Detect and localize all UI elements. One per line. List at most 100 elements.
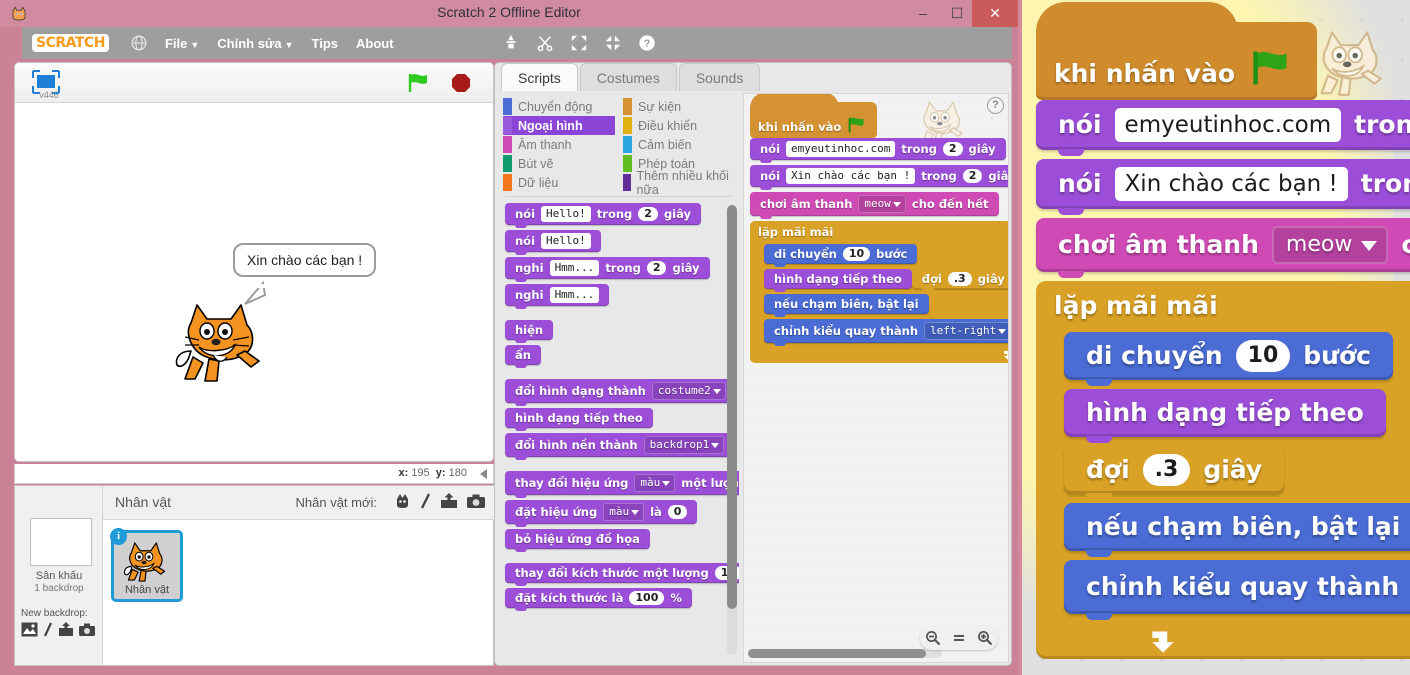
script-block-looks[interactable]: đặt hiệu ứng màu là 0 [505, 500, 698, 527]
script-block-looks[interactable]: đổi hình dạng thành costume2 [505, 379, 736, 406]
stage-canvas[interactable]: Xin chào các bạn ! [15, 103, 493, 461]
block-dropdown[interactable]: backdrop1 [643, 436, 725, 454]
upload-icon[interactable] [58, 622, 74, 637]
block-number-input[interactable]: 2 [646, 261, 667, 275]
menu-item-file[interactable]: File ▼ [165, 36, 199, 51]
script-block-motion[interactable]: nếu chạm biên, bật lại [764, 294, 929, 317]
block-number-input[interactable]: .3 [1142, 454, 1191, 486]
script-block-looks[interactable]: nghi Hmm... trong 2 giây [505, 257, 710, 282]
script-block-looks[interactable]: hình dạng tiếp theo [764, 269, 912, 292]
camera-icon[interactable] [79, 623, 95, 637]
palette-scrollbar-thumb[interactable] [727, 205, 737, 609]
block-text-input[interactable]: Hello! [541, 206, 591, 222]
block-text-input[interactable]: emyeutinhoc.com [786, 141, 896, 157]
script-block-looks[interactable]: nóiemyeutinhoc.comtrong2giây [1036, 100, 1410, 156]
script-block-motion[interactable]: chỉnh kiểu quay thànhleft-right [764, 319, 1008, 346]
zoom-out-icon[interactable] [920, 626, 946, 650]
script-block-sound[interactable]: chơi âm thanh meow cho đến hết [750, 192, 999, 219]
cut-scissors-icon[interactable] [536, 34, 554, 52]
category-data[interactable]: Dữ liệu [503, 173, 615, 192]
block-text-input[interactable]: Hmm... [549, 260, 600, 276]
script-block-events-hat[interactable]: khi nhấn vào [750, 94, 878, 138]
script-stack[interactable]: khi nhấn vào nói emyeutinhoc.com trong 2 giây… [750, 94, 1008, 363]
script-block-looks[interactable]: đổi hình nền thành backdrop1 [505, 433, 735, 460]
scratch-cat-sprite[interactable] [173, 293, 273, 393]
duplicate-stamp-icon[interactable] [502, 34, 520, 52]
block-number-input[interactable]: 2 [962, 169, 983, 183]
camera-icon[interactable] [467, 494, 485, 509]
script-block-looks[interactable]: nói Hello! [505, 230, 601, 255]
palette-scrollbar[interactable] [727, 205, 737, 655]
block-number-input[interactable]: .3 [947, 272, 972, 286]
stop-sign-icon[interactable] [451, 73, 471, 93]
script-block-looks[interactable]: ẩn [505, 345, 541, 368]
globe-icon[interactable] [131, 35, 147, 51]
script-block-looks[interactable]: nóiemyeutinhoc.comtrong2giây [750, 138, 1006, 163]
script-block-motion[interactable]: chỉnh kiểu quay thànhleft-right [1064, 560, 1410, 620]
script-block-looks[interactable]: hình dạng tiếp theo [505, 408, 653, 431]
script-block-looks[interactable]: nghi Hmm... [505, 284, 610, 309]
block-number-input[interactable]: 2 [638, 207, 658, 221]
tab-sounds[interactable]: Sounds [678, 63, 761, 91]
scratch-logo[interactable]: SCRATCH [32, 34, 109, 52]
block-dropdown[interactable]: màu [634, 474, 676, 492]
script-block-looks[interactable]: thay đổi hiệu ứngmàumột lượng2 [505, 471, 739, 498]
script-block-events-hat[interactable]: khi nhấn vào [1036, 2, 1318, 100]
menu-item-about[interactable]: About [356, 36, 394, 51]
category-events[interactable]: Sự kiện [623, 97, 735, 116]
block-dropdown[interactable]: costume2 [651, 382, 726, 400]
paint-brush-icon[interactable] [43, 622, 53, 637]
zoom-in-icon[interactable] [972, 626, 998, 650]
block-dropdown[interactable]: meow [858, 195, 906, 213]
grow-icon[interactable] [570, 34, 588, 52]
category-more-blocks[interactable]: Thêm nhiều khối nữa [623, 169, 735, 197]
shrink-icon[interactable] [604, 34, 622, 52]
script-block-looks[interactable]: thay đổi kích thước một lượng10 [505, 563, 739, 586]
green-flag-icon[interactable] [407, 72, 431, 94]
zoom-reset-icon[interactable] [946, 626, 972, 650]
script-block-looks[interactable]: nóiXin chào các bạn !trong2giây [1036, 159, 1410, 215]
tab-scripts[interactable]: Scripts [501, 63, 578, 91]
category-sensing[interactable]: Cảm biến [623, 135, 735, 154]
script-block-looks[interactable]: hình dạng tiếp theo [1064, 389, 1386, 443]
script-block-control-loop[interactable]: lặp mãi mãi di chuyển 10 bước hình dạng tiếp… [1036, 281, 1410, 659]
backdrop-thumbnail[interactable] [30, 518, 92, 566]
block-text-input[interactable]: Xin chào các bạn ! [1114, 167, 1348, 201]
script-block-looks[interactable]: hiện [505, 320, 554, 343]
script-horizontal-scrollbar-thumb[interactable] [748, 649, 926, 658]
library-image-icon[interactable] [21, 622, 38, 637]
script-block-looks[interactable]: nóiXin chào các bạn !trong2giây [750, 165, 1008, 190]
block-text-input[interactable]: Hello! [541, 233, 591, 249]
help-icon[interactable]: ? [638, 34, 656, 52]
block-text-input[interactable]: Xin chào các bạn ! [786, 168, 916, 184]
script-block-looks[interactable]: bỏ hiệu ứng đồ họa [505, 529, 650, 552]
block-text-input[interactable]: Hmm... [549, 287, 600, 303]
maximize-button[interactable]: ☐ [940, 0, 974, 27]
upload-icon[interactable] [440, 493, 458, 509]
script-block-control[interactable]: đợi .3 giây [911, 269, 1008, 292]
script-block-motion[interactable]: di chuyển 10 bước [1064, 332, 1393, 386]
zoomed-script-stack[interactable]: khi nhấn vàonóiemyeutinhoc.comtrong2giây… [1036, 2, 1410, 659]
script-block-looks[interactable]: nói Hello! trong 2 giây [505, 203, 702, 228]
category-control[interactable]: Điều khiển [623, 116, 735, 135]
stage-selector[interactable]: Sân khấu 1 backdrop New backdrop: [15, 486, 103, 665]
tab-costumes[interactable]: Costumes [579, 63, 677, 91]
category-sound[interactable]: Âm thanh [503, 135, 615, 154]
block-number-input[interactable]: 10 [842, 247, 871, 261]
script-block-looks[interactable]: đặt kích thước là 100% [505, 588, 692, 611]
close-button[interactable]: ✕ [972, 0, 1018, 27]
category-looks[interactable]: Ngoại hình [503, 116, 615, 135]
block-dropdown[interactable]: màu [603, 503, 645, 521]
minimize-button[interactable]: – [906, 0, 940, 27]
category-pen[interactable]: Bút vẽ [503, 154, 615, 173]
block-number-input[interactable]: 2 [942, 142, 963, 156]
script-block-control-loop[interactable]: lặp mãi mãi di chuyển 10 bước hình dạng tiếp… [750, 221, 1008, 363]
paint-brush-icon[interactable] [420, 493, 431, 509]
block-number-input[interactable]: 100 [629, 591, 665, 605]
block-number-input[interactable]: 0 [667, 505, 688, 519]
menu-item-tips[interactable]: Tips [312, 36, 339, 51]
menu-item-edit[interactable]: Chỉnh sửa ▼ [217, 36, 293, 51]
script-block-sound[interactable]: chơi âm thanh meow cho đến hết [1036, 218, 1410, 278]
script-block-control[interactable]: đợi .3 giây [1064, 446, 1285, 500]
block-number-input[interactable]: 10 [1235, 340, 1291, 372]
